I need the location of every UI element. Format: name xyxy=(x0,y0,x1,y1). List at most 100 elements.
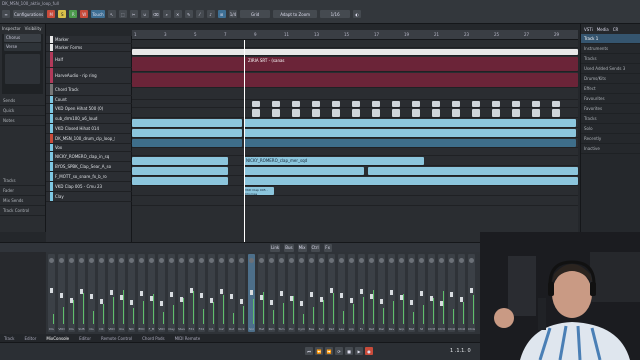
mixer-channel-strip[interactable]: F_M xyxy=(148,254,155,332)
track-header[interactable]: Half xyxy=(46,52,132,68)
pan-knob[interactable] xyxy=(439,258,444,263)
volume-fader[interactable] xyxy=(160,301,163,306)
mixer-channel-strip[interactable]: Rim xyxy=(268,254,275,332)
track-header[interactable]: Vox xyxy=(46,144,132,152)
track-lane[interactable] xyxy=(132,108,578,118)
mixer-channel-strip[interactable]: Stereo xyxy=(178,254,185,332)
pattern-event[interactable] xyxy=(292,101,300,107)
audio-event[interactable] xyxy=(132,157,228,165)
right-zone-item[interactable]: Tracks xyxy=(581,54,640,64)
touch-mode-select[interactable]: Touch xyxy=(91,10,105,18)
pattern-event[interactable] xyxy=(492,109,500,117)
lower-zone-tab[interactable]: Editor xyxy=(79,336,91,341)
volume-fader[interactable] xyxy=(60,293,63,298)
mixer-channel-strip[interactable]: Lea xyxy=(338,254,345,332)
pattern-event[interactable] xyxy=(552,109,560,117)
mixer-channel-strip[interactable]: DK xyxy=(98,254,105,332)
track-lane[interactable] xyxy=(132,138,578,148)
pan-knob[interactable] xyxy=(49,258,54,263)
right-zone-item[interactable]: Used Added Sends 3 xyxy=(581,64,640,74)
audio-event[interactable]: ZIRIA SRT - (sanas xyxy=(132,57,578,71)
right-zone-item[interactable]: Inactive xyxy=(581,144,640,154)
volume-fader[interactable] xyxy=(400,295,403,300)
volume-fader[interactable] xyxy=(300,301,303,306)
right-zone-item[interactable]: Drums/Kits xyxy=(581,74,640,84)
ctrl-button[interactable]: Ctrl xyxy=(310,243,320,252)
tool-erase-button[interactable]: ⌫ xyxy=(151,10,160,18)
mixer-channel-strip[interactable]: FX1 xyxy=(188,254,195,332)
pan-knob[interactable] xyxy=(179,258,184,263)
mixer-channel-strip[interactable]: Ch41 xyxy=(458,254,465,332)
cr-tab[interactable]: CR xyxy=(613,27,619,32)
track-header[interactable]: Chord Track xyxy=(46,84,132,96)
mixer-channel-strip[interactable]: Del xyxy=(378,254,385,332)
inspector-tab[interactable]: Inspector xyxy=(2,26,21,31)
pattern-event[interactable] xyxy=(472,109,480,117)
volume-fader[interactable] xyxy=(430,296,433,301)
volume-fader[interactable] xyxy=(230,294,233,299)
pan-knob[interactable] xyxy=(309,258,314,263)
audio-event[interactable] xyxy=(368,167,578,175)
pan-knob[interactable] xyxy=(259,258,264,263)
lower-zone-tab[interactable]: Chord Pads xyxy=(142,336,164,341)
track-header[interactable]: sub_drm100_a6_loud xyxy=(46,114,132,124)
inspector-track-name-2[interactable]: Verse xyxy=(4,43,41,51)
volume-fader[interactable] xyxy=(100,299,103,304)
volume-fader[interactable] xyxy=(140,291,143,296)
mixer-channel-strip[interactable]: NIC xyxy=(128,254,135,332)
tool-zoom-button[interactable]: ⌕ xyxy=(162,10,171,18)
volume-fader[interactable] xyxy=(190,288,193,293)
pattern-event[interactable] xyxy=(452,109,460,117)
pattern-event[interactable] xyxy=(272,109,280,117)
volume-fader[interactable] xyxy=(170,292,173,297)
mixer-channel-strip[interactable]: Prc xyxy=(288,254,295,332)
lower-zone-tab[interactable]: MIDI Remote xyxy=(175,336,201,341)
pan-knob[interactable] xyxy=(59,258,64,263)
pan-knob[interactable] xyxy=(119,258,124,263)
color-button[interactable]: ◐ xyxy=(353,10,362,18)
mixer-channel-strip[interactable]: Arp xyxy=(348,254,355,332)
track-header[interactable]: BYOS_SPBK_Clap_Sear_A_so xyxy=(46,162,132,172)
volume-fader[interactable] xyxy=(250,290,253,295)
volume-fader[interactable] xyxy=(80,289,83,294)
track-lane[interactable] xyxy=(132,176,578,186)
mixer-channel-strip[interactable]: VKD xyxy=(58,254,65,332)
mixer-channel-strip[interactable]: Ch42 xyxy=(468,254,475,332)
volume-fader[interactable] xyxy=(200,293,203,298)
volume-fader[interactable] xyxy=(370,294,373,299)
audio-event[interactable] xyxy=(244,177,578,185)
pattern-event[interactable] xyxy=(312,109,320,117)
volume-fader[interactable] xyxy=(470,288,473,293)
track-header[interactable]: HarveAudio - rip ring xyxy=(46,68,132,84)
quantize-select[interactable]: 1/4 xyxy=(228,10,238,18)
pan-knob[interactable] xyxy=(79,258,84,263)
pan-knob[interactable] xyxy=(419,258,424,263)
right-zone-item[interactable]: Recently xyxy=(581,134,640,144)
pan-knob[interactable] xyxy=(199,258,204,263)
pan-knob[interactable] xyxy=(399,258,404,263)
audio-event[interactable] xyxy=(132,139,242,147)
mixer-channel-strip[interactable]: Grp xyxy=(398,254,405,332)
volume-fader[interactable] xyxy=(260,295,263,300)
track-lane[interactable] xyxy=(132,72,578,88)
tool-range-button[interactable]: ⬚ xyxy=(118,10,127,18)
mixer-channel-strip[interactable]: In2 xyxy=(218,254,225,332)
track-lane[interactable] xyxy=(132,128,578,138)
vsti-tab[interactable]: VSTi xyxy=(584,27,593,32)
section-track-control[interactable]: Track Control xyxy=(0,206,45,216)
pan-knob[interactable] xyxy=(209,258,214,263)
track-header[interactable]: F_MOTT_so_snare_fx_b_ro xyxy=(46,172,132,182)
pan-knob[interactable] xyxy=(109,258,114,263)
mixer-channel-strip[interactable]: Out xyxy=(228,254,235,332)
write-button[interactable]: W xyxy=(80,10,89,18)
pattern-event[interactable] xyxy=(372,101,380,107)
volume-fader[interactable] xyxy=(130,300,133,305)
pattern-event[interactable] xyxy=(412,109,420,117)
bus-button[interactable]: Bus xyxy=(284,243,294,252)
audio-event[interactable] xyxy=(244,119,576,127)
pan-knob[interactable] xyxy=(239,258,244,263)
right-zone-item[interactable]: Effect xyxy=(581,84,640,94)
mixer-channel-strip[interactable]: Bas xyxy=(308,254,315,332)
volume-fader[interactable] xyxy=(110,290,113,295)
mixer-channel-strip[interactable]: VKD xyxy=(158,254,165,332)
